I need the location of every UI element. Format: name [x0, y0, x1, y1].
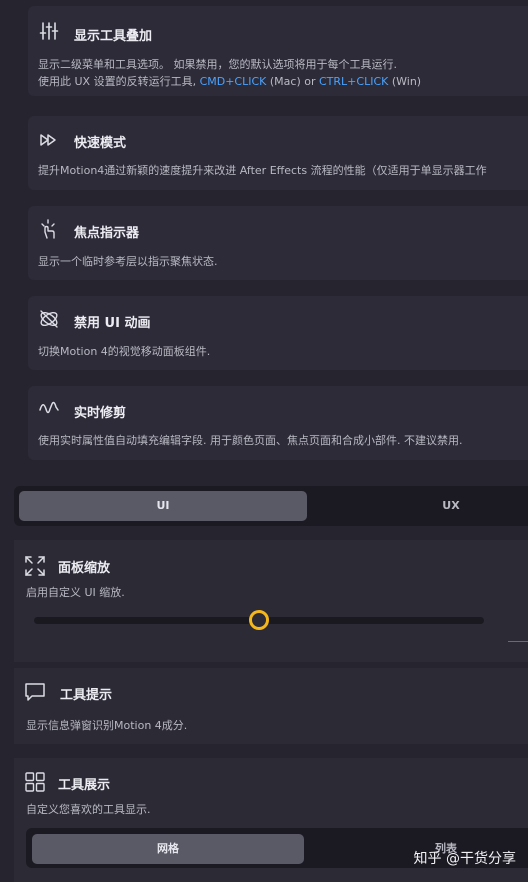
card-disable-ui-animation[interactable]: 禁用 UI 动画 切换Motion 4的视觉移动面板组件. — [28, 296, 528, 370]
section-desc: 显示信息弹窗识别Motion 4成分. — [26, 719, 188, 732]
tab-grid[interactable]: 网格 — [32, 834, 304, 864]
tab-ux[interactable]: UX — [311, 491, 528, 521]
pointer-hand-icon — [41, 219, 55, 239]
card-desc: 显示一个临时参考层以指示聚焦状态. — [38, 255, 218, 268]
card-desc: 切换Motion 4的视觉移动面板组件. — [38, 345, 211, 358]
card-desc: 提升Motion4通过新颖的速度提升来改进 After Effects 流程的性… — [38, 164, 487, 177]
slider-knob[interactable] — [249, 610, 269, 630]
card-title: 显示工具叠加 — [74, 29, 153, 44]
cmd-click-text: CMD+CLICK — [199, 75, 267, 88]
ui-ux-toggle: UI UX — [14, 486, 528, 526]
watermark: 知乎 @干货分享 — [413, 851, 516, 867]
orbit-disabled-icon — [40, 310, 58, 328]
section-title: 工具展示 — [58, 778, 111, 793]
tab-ui[interactable]: UI — [19, 491, 307, 521]
section-desc: 自定义您喜欢的工具显示. — [26, 803, 151, 816]
card-title: 焦点指示器 — [74, 226, 140, 241]
speech-bubble-icon — [25, 683, 45, 701]
divider — [508, 641, 528, 642]
card-show-tool-overlay[interactable]: 显示工具叠加 显示二级菜单和工具选项。 如果禁用，您的默认选项将用于每个工具运行… — [28, 6, 528, 96]
card-desc-shortcut: 使用此 UX 设置的反转运行工具, CMD+CLICK (Mac) or CTR… — [38, 75, 422, 88]
ctrl-click-text: CTRL+CLICK — [319, 75, 389, 88]
fast-forward-icon — [40, 134, 56, 146]
section-desc: 启用自定义 UI 缩放. — [26, 586, 125, 599]
card-desc: 使用实时属性值自动填充编辑字段. 用于颜色页面、焦点页面和合成小部件. 不建议禁… — [38, 434, 463, 447]
section-title: 面板缩放 — [58, 561, 111, 576]
sliders-icon — [39, 22, 59, 40]
section-tooltips: 工具提示 显示信息弹窗识别Motion 4成分. — [14, 668, 528, 744]
section-panel-zoom: 面板缩放 启用自定义 UI 缩放. — [14, 540, 528, 662]
card-fast-mode[interactable]: 快速模式 提升Motion4通过新颖的速度提升来改进 After Effects… — [28, 116, 528, 190]
card-title: 禁用 UI 动画 — [74, 316, 151, 331]
card-desc: 显示二级菜单和工具选项。 如果禁用，您的默认选项将用于每个工具运行. — [38, 58, 397, 71]
card-title: 快速模式 — [74, 136, 127, 151]
expand-icon — [25, 556, 45, 576]
zoom-slider[interactable] — [34, 610, 484, 630]
card-live-trim[interactable]: 实时修剪 使用实时属性值自动填充编辑字段. 用于颜色页面、焦点页面和合成小部件.… — [28, 386, 528, 460]
card-focus-indicator[interactable]: 焦点指示器 显示一个临时参考层以指示聚焦状态. — [28, 206, 528, 280]
section-title: 工具提示 — [60, 688, 113, 703]
card-title: 实时修剪 — [74, 406, 127, 421]
waveform-icon — [39, 401, 59, 414]
grid-icon — [25, 772, 45, 792]
